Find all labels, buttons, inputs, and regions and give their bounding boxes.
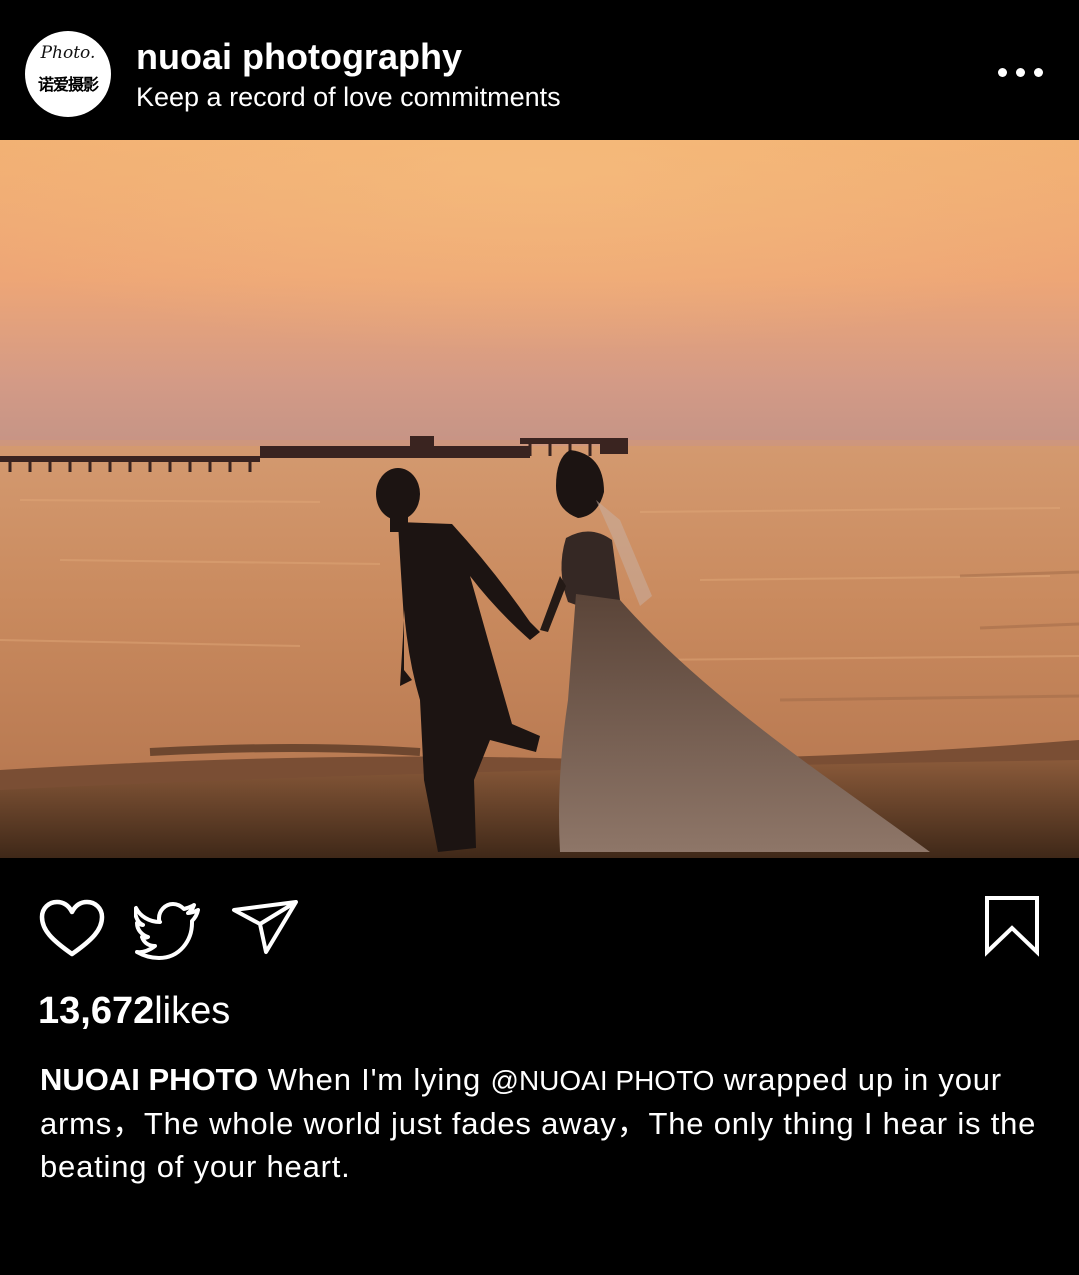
twitter-bird-icon xyxy=(133,902,200,960)
avatar-brand-text: 诺爱摄影 xyxy=(37,75,99,94)
likes-number: 13,672 xyxy=(38,990,155,1032)
post-photo[interactable] xyxy=(0,140,1079,858)
sunset-beach-image xyxy=(0,140,1079,858)
account-subtitle: Keep a record of love commitments xyxy=(136,82,561,112)
more-options-button[interactable] xyxy=(996,58,1048,88)
avatar-script-text: Photo. xyxy=(40,43,96,63)
bookmark-icon xyxy=(985,896,1039,957)
post-caption: NUOAI PHOTO When I'm lying @NUOAI PHOTO … xyxy=(40,1058,1040,1188)
like-button[interactable] xyxy=(38,898,106,960)
likes-count[interactable]: 13,672likes xyxy=(38,990,230,1033)
account-name[interactable]: nuoai photography xyxy=(136,36,462,78)
paper-plane-icon xyxy=(232,900,298,954)
caption-author[interactable]: NUOAI PHOTO xyxy=(40,1062,258,1097)
post-header: Photo. 诺爱摄影 nuoai photography Keep a rec… xyxy=(0,0,1079,140)
caption-text-before: When I'm lying xyxy=(258,1062,491,1097)
likes-label: likes xyxy=(154,990,231,1032)
avatar[interactable]: Photo. 诺爱摄影 xyxy=(25,31,111,117)
twitter-share-button[interactable] xyxy=(133,900,204,960)
send-button[interactable] xyxy=(230,898,302,958)
caption-mention[interactable]: @NUOAI PHOTO xyxy=(491,1065,715,1096)
save-button[interactable] xyxy=(982,894,1042,958)
heart-icon xyxy=(39,899,105,957)
